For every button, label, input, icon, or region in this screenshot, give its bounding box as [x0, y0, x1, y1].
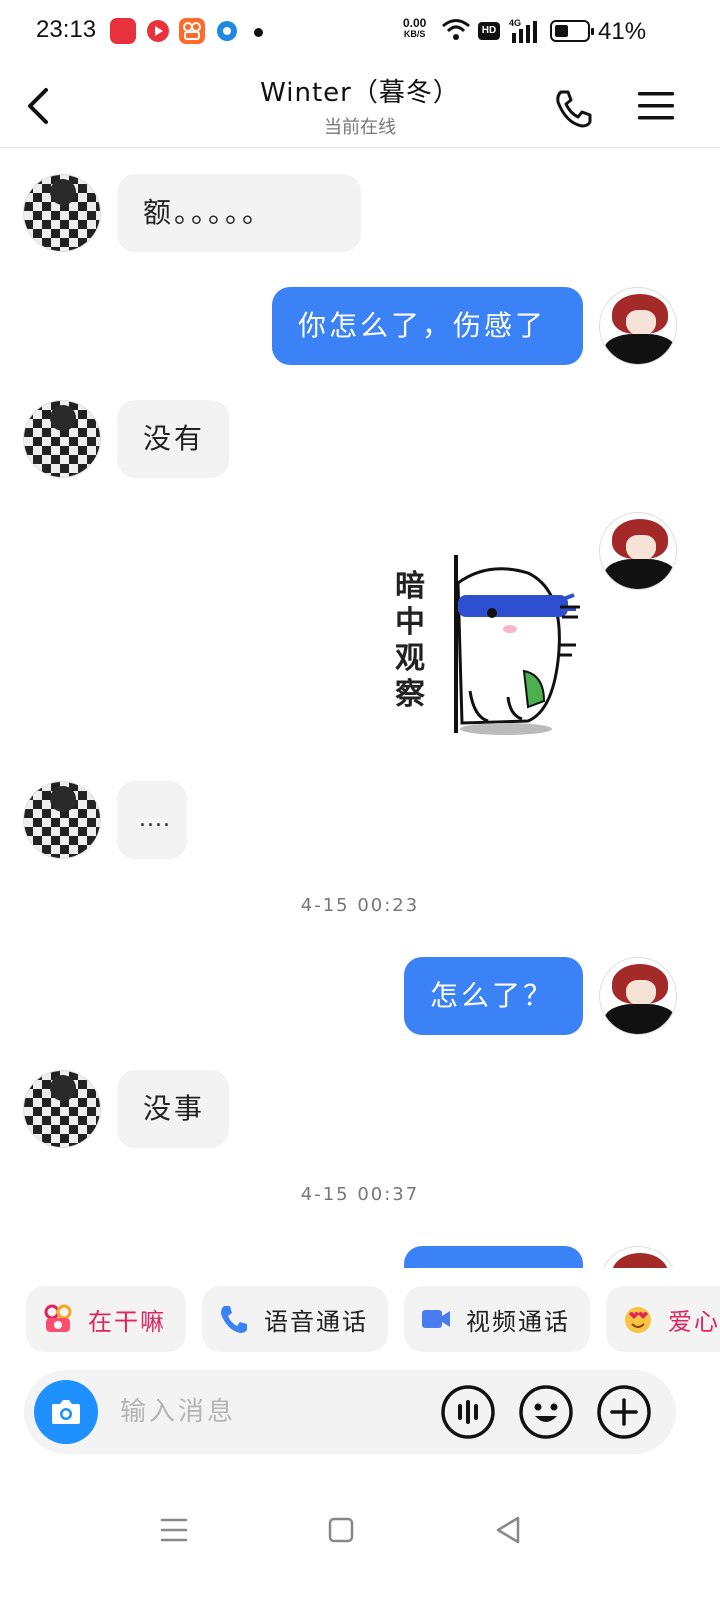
signal-icon: 4G [509, 18, 537, 43]
battery-icon [550, 20, 594, 42]
camera-icon [52, 1400, 80, 1424]
home-nav-button[interactable] [321, 1510, 361, 1550]
message-input-bar [24, 1370, 676, 1454]
message-outgoing[interactable]: 怎么了？ [404, 957, 583, 1035]
my-avatar[interactable] [599, 1246, 677, 1268]
net-speed: 0.00 KB/S [403, 16, 427, 40]
wifi-icon [442, 19, 470, 40]
back-nav-button[interactable] [488, 1510, 528, 1550]
love-chip[interactable]: 爱心 [606, 1286, 720, 1352]
menu-button[interactable] [636, 88, 676, 124]
message-incoming[interactable]: 没有 [117, 400, 229, 478]
my-avatar[interactable] [599, 512, 677, 590]
video-camera-icon [422, 1310, 450, 1328]
battery-fill [555, 25, 568, 37]
message-incoming[interactable]: .... [117, 781, 187, 859]
message-timestamp: 4-15 00:37 [300, 1184, 420, 1205]
contact-avatar[interactable] [23, 781, 101, 859]
love-label: 爱心 [668, 1307, 720, 1336]
message-incoming[interactable]: 额。。。。。 [117, 174, 361, 252]
recents-nav-button[interactable] [154, 1510, 194, 1550]
title-block: Winter（暮冬） 当前在线 [160, 72, 560, 139]
voice-input-button[interactable] [440, 1384, 496, 1440]
message-input[interactable] [120, 1390, 420, 1434]
system-nav-bar [0, 1488, 720, 1568]
phone-icon [221, 1306, 247, 1333]
what-doing-label: 在干嘛 [88, 1307, 166, 1336]
contact-avatar[interactable] [23, 174, 101, 252]
xiaohongshu-app-icon [110, 18, 136, 44]
sticker-message[interactable]: 暗中观察 [392, 551, 592, 741]
browser-app-icon [214, 18, 240, 44]
contact-avatar[interactable] [23, 1070, 101, 1148]
camera-button[interactable] [34, 1380, 98, 1444]
camera-sticker-icon [44, 1304, 72, 1332]
add-button[interactable] [596, 1384, 652, 1440]
net-speed-value: 0.00 [403, 16, 427, 30]
message-timestamp: 4-15 00:23 [300, 895, 420, 916]
kuaishou-app-icon [179, 18, 205, 44]
my-avatar[interactable] [599, 287, 677, 365]
heart-eyes-emoji-icon [625, 1307, 651, 1333]
battery-percent: 41% [598, 18, 647, 45]
video-app-icon [145, 18, 171, 44]
what-doing-chip[interactable]: 在干嘛 [26, 1286, 186, 1352]
status-time: 23:13 [36, 16, 97, 43]
net-speed-unit: KB/S [403, 29, 426, 39]
contact-name: Winter（暮冬） [260, 78, 460, 108]
back-button[interactable] [18, 84, 58, 128]
message-incoming[interactable]: 没事 [117, 1070, 229, 1148]
chat-list[interactable]: 额。。。。。 你怎么了，伤感了 没有 暗中观察 .... 4-15 00:23 … [0, 149, 720, 1268]
status-bar: 23:13 0.00 KB/S HD 4G 41% [0, 0, 720, 64]
phone-call-button[interactable] [552, 86, 596, 130]
voice-call-chip[interactable]: 语音通话 [202, 1286, 388, 1352]
online-status: 当前在线 [324, 117, 396, 138]
video-call-label: 视频通话 [466, 1307, 570, 1336]
message-outgoing[interactable]: 你怎么了，伤感了 [272, 287, 583, 365]
emoji-button[interactable] [518, 1384, 574, 1440]
notification-dot [254, 28, 263, 37]
video-call-chip[interactable]: 视频通话 [404, 1286, 590, 1352]
network-type: 4G [509, 18, 521, 28]
peeking-creature-icon [454, 555, 580, 735]
chat-header: Winter（暮冬） 当前在线 [0, 64, 720, 148]
message-outgoing[interactable] [404, 1246, 583, 1268]
contact-avatar[interactable] [23, 400, 101, 478]
sticker-caption: 暗中观察 [395, 569, 425, 712]
hd-badge: HD [478, 22, 500, 40]
quick-action-bar[interactable]: 在干嘛 语音通话 视频通话 爱心 [0, 1286, 720, 1352]
voice-call-label: 语音通话 [264, 1307, 368, 1336]
my-avatar[interactable] [599, 957, 677, 1035]
